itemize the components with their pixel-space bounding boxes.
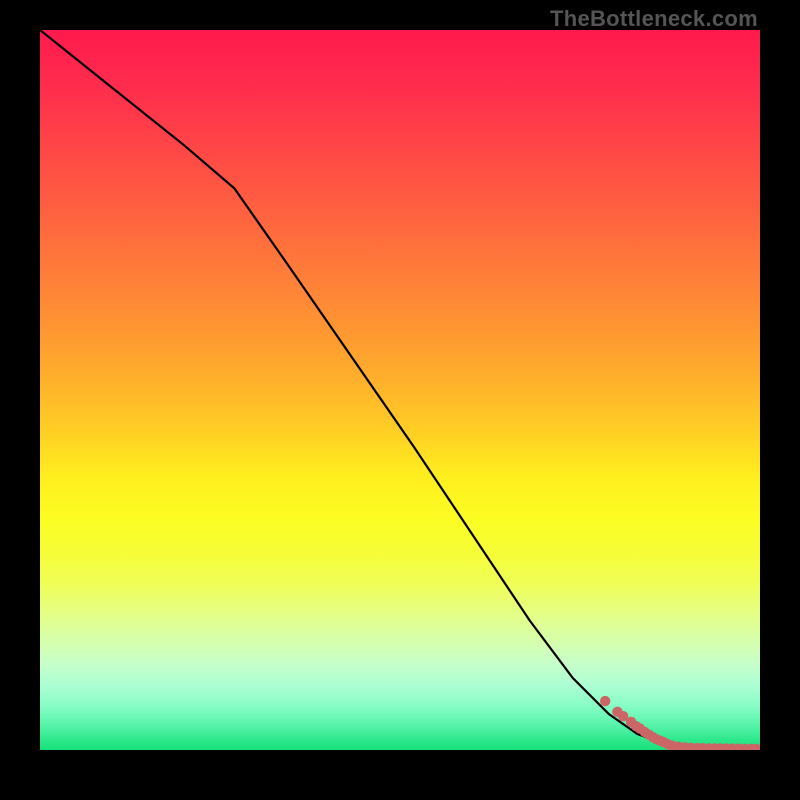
chart-frame: TheBottleneck.com xyxy=(0,0,800,800)
chart-svg xyxy=(40,30,760,750)
plot-area xyxy=(40,30,760,750)
main-curve xyxy=(40,30,760,749)
watermark-text: TheBottleneck.com xyxy=(550,6,758,32)
curve-layer xyxy=(40,30,760,749)
points-layer xyxy=(600,696,760,750)
data-point xyxy=(600,696,610,706)
